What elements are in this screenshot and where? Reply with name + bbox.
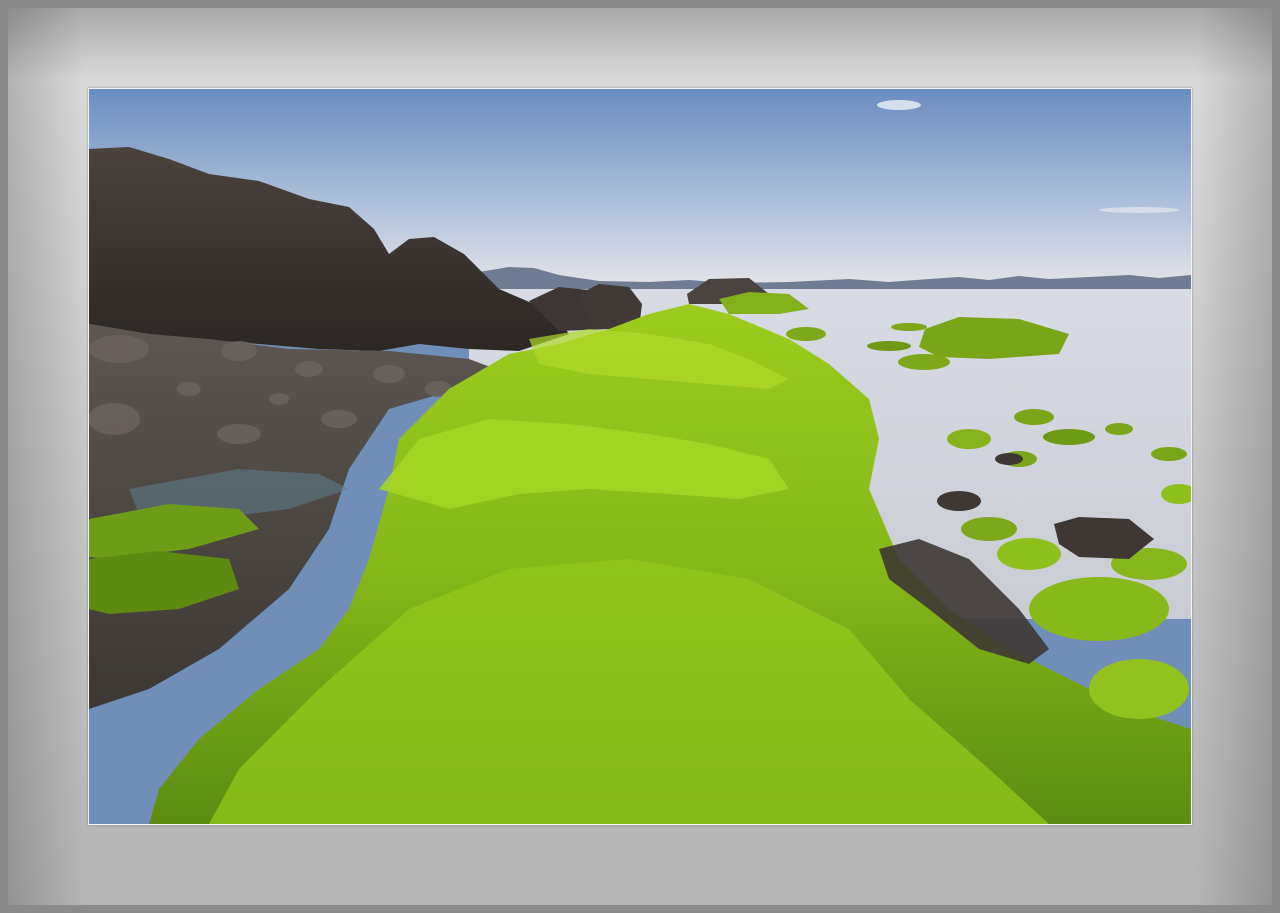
landscape-photo xyxy=(88,88,1192,825)
photo-illustration xyxy=(89,89,1191,824)
algae-islet xyxy=(786,327,826,341)
algae-islet xyxy=(898,354,950,370)
cloud xyxy=(1099,207,1179,213)
cloud xyxy=(877,100,921,110)
algae-islet xyxy=(867,341,911,351)
algae-islet xyxy=(891,323,927,331)
